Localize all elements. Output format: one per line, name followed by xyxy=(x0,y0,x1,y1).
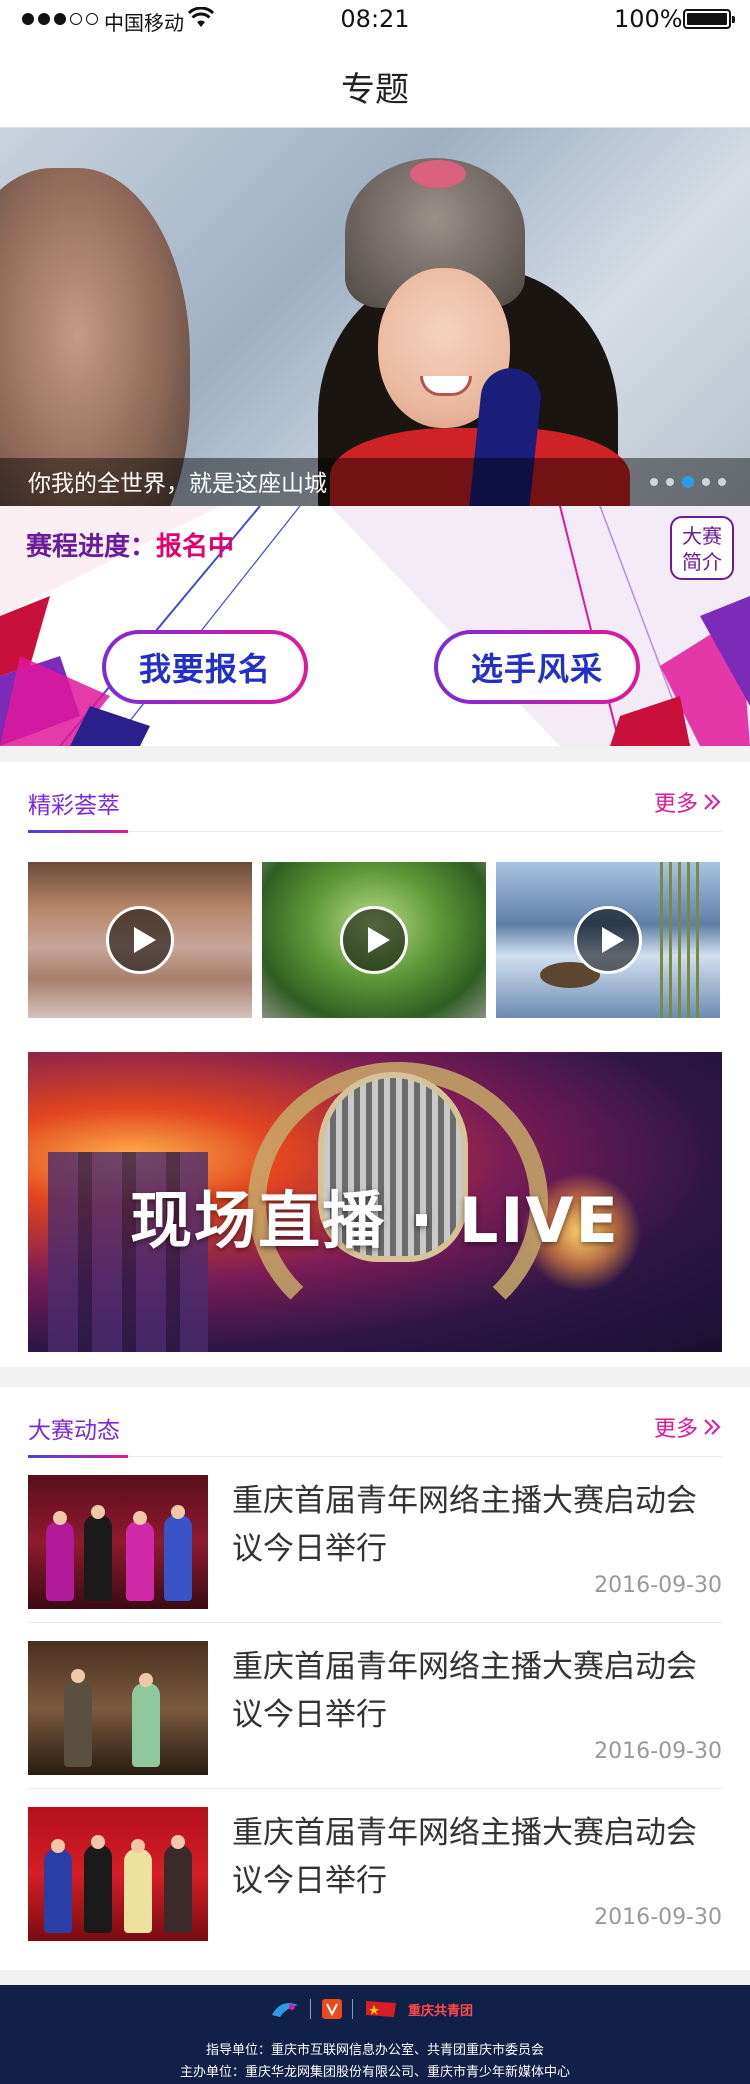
video-thumbnail[interactable] xyxy=(28,862,252,1018)
double-chevron-right-icon xyxy=(704,1419,721,1435)
carousel-pager[interactable] xyxy=(650,476,726,488)
news-date: 2016-09-30 xyxy=(594,1905,722,1930)
sponsor-logos: 重庆共青团 xyxy=(270,1999,473,2019)
news-section: 大赛动态 更多 重庆首届青年网络主播大赛启动会议今日举行 2016-09-30 … xyxy=(0,1387,750,1970)
news-item[interactable]: 重庆首届青年网络主播大赛启动会议今日举行 2016-09-30 xyxy=(28,1623,722,1789)
progress-status: 报名中 xyxy=(156,532,235,562)
league-flag-icon xyxy=(366,2001,396,2017)
status-bar: 中国移动 08:21 100% xyxy=(0,0,750,40)
news-headline: 重庆首届青年网络主播大赛启动会议今日举行 xyxy=(232,1815,697,1899)
contestants-button-label: 选手风采 xyxy=(438,634,636,700)
hero-photo-background-person xyxy=(0,168,190,506)
battery-icon xyxy=(683,9,735,29)
news-item[interactable]: 重庆首届青年网络主播大赛启动会议今日举行 2016-09-30 xyxy=(28,1789,722,1955)
contestants-button[interactable]: 选手风采 xyxy=(434,630,640,704)
video-gallery xyxy=(28,862,720,1018)
pager-dot[interactable] xyxy=(718,478,726,486)
play-icon[interactable] xyxy=(574,906,642,974)
highlights-title: 精彩荟萃 xyxy=(28,793,120,819)
news-title: 大赛动态 xyxy=(28,1418,120,1444)
divider xyxy=(352,1999,353,2019)
progress-label: 赛程进度： xyxy=(26,532,157,562)
host-units: 主办单位：重庆华龙网集团股份有限公司、重庆市青少年新媒体中心 xyxy=(179,2065,570,2080)
intro-label-line1: 大赛 xyxy=(682,524,722,548)
highlights-header: 精彩荟萃 更多 xyxy=(28,762,722,833)
more-label: 更多 xyxy=(653,792,698,817)
news-thumbnail xyxy=(28,1807,208,1941)
guide-units: 指导单位：重庆市互联网信息办公室、共青团重庆市委员会 xyxy=(205,2043,544,2058)
signup-button-label: 我要报名 xyxy=(106,634,304,700)
highlights-section: 精彩荟萃 更多 现场直播 · LIVE xyxy=(0,762,750,1367)
hualong-logo-icon xyxy=(272,2003,298,2017)
hero-carousel[interactable]: 你我的全世界，就是这座山城 xyxy=(0,128,750,506)
hero-caption: 你我的全世界，就是这座山城 xyxy=(28,471,327,497)
footer: 重庆共青团 指导单位：重庆市互联网信息办公室、共青团重庆市委员会 主办单位：重庆… xyxy=(0,1985,750,2084)
youth-logo-icon xyxy=(322,1999,342,2019)
pager-dot-active[interactable] xyxy=(682,476,694,488)
news-item[interactable]: 重庆首届青年网络主播大赛启动会议今日举行 2016-09-30 xyxy=(28,1457,722,1623)
play-icon[interactable] xyxy=(106,906,174,974)
highlights-more-link[interactable]: 更多 xyxy=(654,786,722,818)
contest-intro-button[interactable]: 大赛 简介 xyxy=(670,516,734,580)
signup-button[interactable]: 我要报名 xyxy=(102,630,308,704)
news-header: 大赛动态 更多 xyxy=(28,1387,722,1458)
double-chevron-right-icon xyxy=(704,794,721,810)
divider xyxy=(310,1999,311,2019)
pager-dot[interactable] xyxy=(702,478,710,486)
news-thumbnail xyxy=(28,1641,208,1775)
pager-dot[interactable] xyxy=(666,478,674,486)
news-thumbnail xyxy=(28,1475,208,1609)
live-banner-text: 现场直播 · LIVE xyxy=(130,1184,620,1257)
pager-dot[interactable] xyxy=(650,478,658,486)
nav-bar: 专题 xyxy=(0,40,750,128)
contest-banner: 赛程进度：报名中 大赛 简介 我要报名 选手风采 xyxy=(0,506,750,746)
news-headline: 重庆首届青年网络主播大赛启动会议今日举行 xyxy=(232,1483,697,1567)
intro-label-line2: 简介 xyxy=(682,550,722,574)
play-icon[interactable] xyxy=(340,906,408,974)
more-label: 更多 xyxy=(653,1417,698,1442)
video-thumbnail[interactable] xyxy=(496,862,720,1018)
contest-progress: 赛程进度：报名中 xyxy=(26,526,234,563)
news-date: 2016-09-30 xyxy=(594,1739,722,1764)
battery-percent: 100% xyxy=(614,5,683,33)
news-more-link[interactable]: 更多 xyxy=(654,1411,722,1443)
video-thumbnail[interactable] xyxy=(262,862,486,1018)
page-title: 专题 xyxy=(341,70,409,110)
news-date: 2016-09-30 xyxy=(594,1573,722,1598)
live-broadcast-banner[interactable]: 现场直播 · LIVE xyxy=(28,1052,722,1352)
league-logo-text: 重庆共青团 xyxy=(408,2003,474,2019)
news-headline: 重庆首届青年网络主播大赛启动会议今日举行 xyxy=(232,1649,697,1733)
